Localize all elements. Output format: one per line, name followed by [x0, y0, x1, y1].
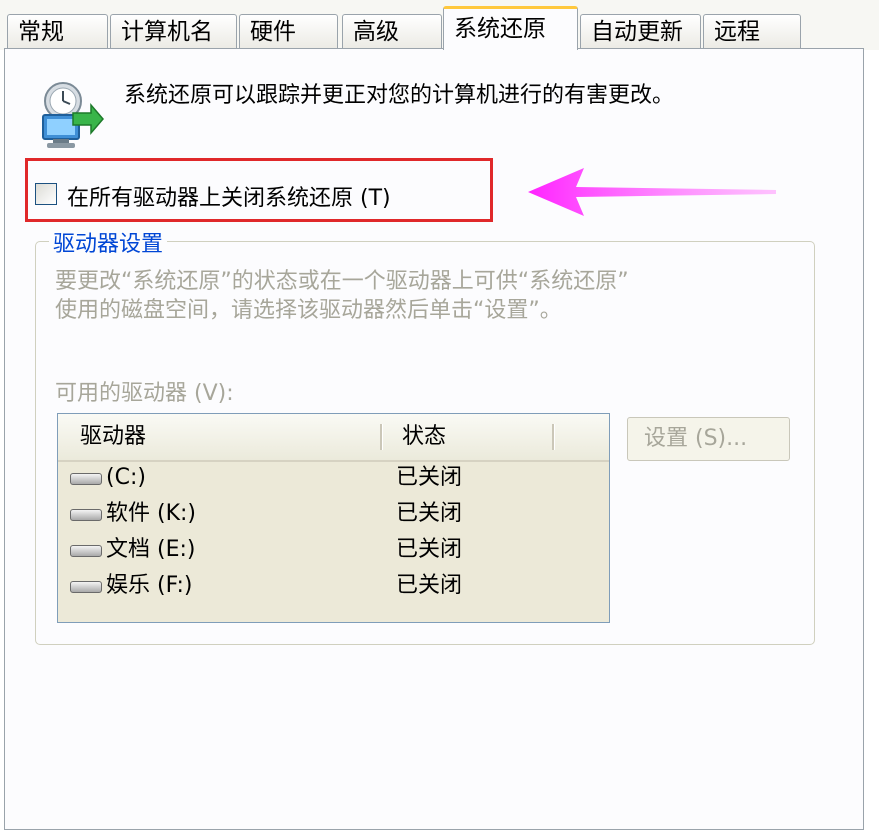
- drive-row-k[interactable]: 软件 (K:) 已关闭: [58, 496, 609, 532]
- drive-settings-info: 要更改“系统还原”的状态或在一个驱动器上可供“系统还原” 使用的磁盘空间，请选择…: [55, 267, 629, 325]
- tab-bar: 常规 计算机名 硬件 高级 系统还原 自动更新 远程: [0, 0, 879, 50]
- drive-status: 已关闭: [396, 573, 463, 598]
- drive-status: 已关闭: [396, 501, 463, 526]
- tab-automatic-updates-label: 自动更新: [591, 19, 683, 45]
- drive-name: 软件 (K:): [106, 501, 196, 526]
- turn-off-system-restore-checkbox[interactable]: [35, 183, 57, 205]
- tab-general-label: 常规: [18, 19, 64, 45]
- column-header-drive[interactable]: 驱动器: [80, 414, 146, 460]
- hard-drive-icon: [70, 581, 102, 593]
- hard-drive-icon: [70, 473, 102, 485]
- tab-system-restore[interactable]: 系统还原: [443, 6, 578, 50]
- system-restore-icon: [42, 82, 104, 148]
- tab-system-restore-label: 系统还原: [454, 16, 546, 42]
- drive-settings-title: 驱动器设置: [49, 226, 168, 258]
- drive-row-e[interactable]: 文档 (E:) 已关闭: [58, 532, 609, 568]
- tab-remote-label: 远程: [714, 19, 760, 45]
- drive-status: 已关闭: [396, 537, 463, 562]
- tab-remote[interactable]: 远程: [703, 14, 801, 48]
- description-text: 系统还原可以跟踪并更正对您的计算机进行的有害更改。: [124, 83, 675, 108]
- drive-name: (C:): [106, 465, 146, 490]
- drive-row-f[interactable]: 娱乐 (F:) 已关闭: [58, 568, 609, 604]
- drive-settings-info-line-1: 要更改“系统还原”的状态或在一个驱动器上可供“系统还原”: [55, 269, 629, 294]
- settings-button[interactable]: 设置 (S)...: [627, 417, 790, 461]
- column-divider[interactable]: [380, 424, 383, 450]
- tab-automatic-updates[interactable]: 自动更新: [580, 14, 701, 48]
- tab-hardware[interactable]: 硬件: [239, 14, 338, 48]
- drive-name: 文档 (E:): [106, 537, 196, 562]
- drives-list-header: 驱动器 状态: [58, 414, 609, 462]
- hard-drive-icon: [70, 545, 102, 557]
- pointer-arrow-icon: [528, 168, 776, 216]
- column-divider[interactable]: [552, 424, 555, 450]
- drive-status: 已关闭: [396, 465, 463, 490]
- drive-name: 娱乐 (F:): [106, 573, 193, 598]
- hard-drive-icon: [70, 509, 102, 521]
- drive-row-c[interactable]: (C:) 已关闭: [58, 460, 609, 496]
- tab-hardware-label: 硬件: [250, 19, 296, 45]
- tab-general[interactable]: 常规: [7, 14, 108, 48]
- available-drives-label: 可用的驱动器 (V):: [55, 381, 234, 406]
- tab-computer-name[interactable]: 计算机名: [110, 14, 237, 48]
- turn-off-system-restore-label[interactable]: 在所有驱动器上关闭系统还原 (T): [67, 180, 391, 212]
- column-header-status[interactable]: 状态: [402, 414, 446, 460]
- tab-advanced-label: 高级: [353, 19, 399, 45]
- drive-settings-info-line-2: 使用的磁盘空间，请选择该驱动器然后单击“设置”。: [55, 298, 562, 323]
- tab-advanced[interactable]: 高级: [342, 14, 442, 48]
- tab-computer-name-label: 计算机名: [121, 19, 213, 45]
- drives-list[interactable]: 驱动器 状态 (C:) 已关闭 软件 (K:) 已关闭 文档 (E:) 已关闭 …: [57, 413, 610, 623]
